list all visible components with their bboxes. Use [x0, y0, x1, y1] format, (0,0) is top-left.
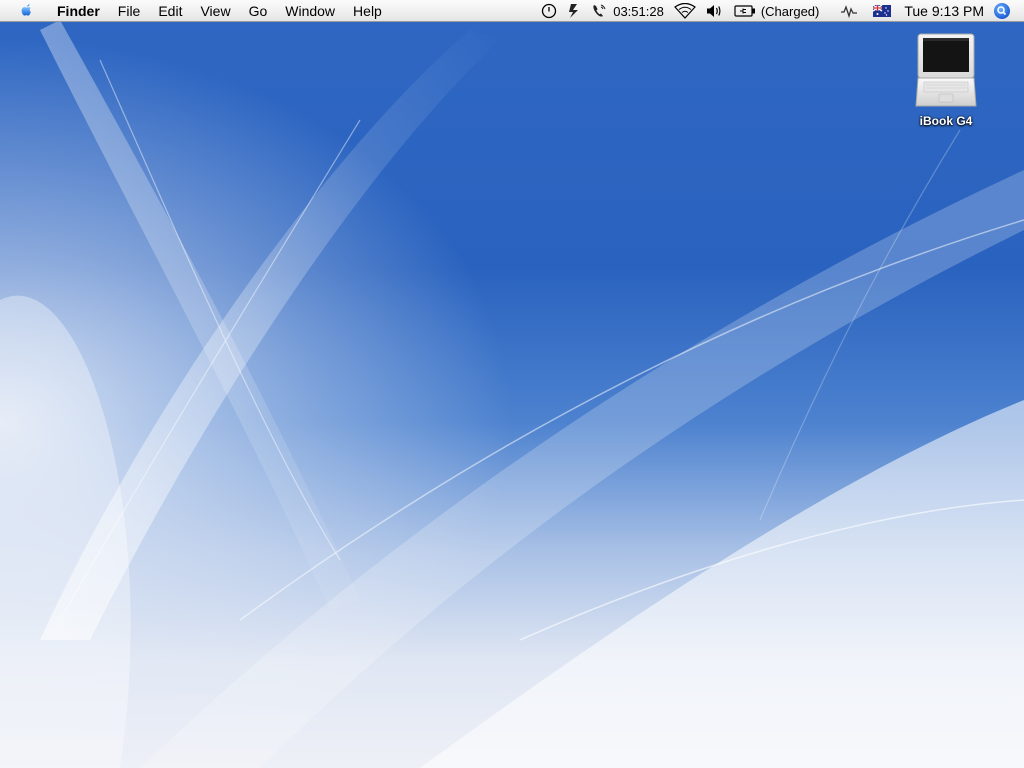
- phone-call-time: 03:51:28: [613, 3, 664, 19]
- phone-icon: [593, 4, 606, 17]
- desktop-icon-label: iBook G4: [919, 114, 973, 128]
- desktop[interactable]: Finder File Edit View Go Window Help 03:…: [0, 0, 1024, 768]
- spotlight-icon[interactable]: [994, 3, 1010, 19]
- menu-app-name[interactable]: Finder: [48, 0, 109, 22]
- apple-logo-icon[interactable]: [20, 3, 34, 19]
- desktop-icon-ibook[interactable]: iBook G4: [906, 30, 986, 128]
- battery-status-text: (Charged): [760, 3, 820, 19]
- menu-extras: 03:51:28 (Charged) Tue 9:13 PM: [536, 0, 1024, 22]
- wifi-icon: [673, 3, 696, 19]
- volume-icon: [706, 5, 721, 17]
- magnifier-glyph-icon: [997, 6, 1007, 16]
- australia-flag-icon: [873, 5, 892, 17]
- battery-icon: [734, 5, 755, 17]
- timer-menu-extra[interactable]: [541, 0, 557, 22]
- wallpaper-aqua-blue: [0, 0, 1024, 768]
- timer-icon: [542, 3, 557, 19]
- activity-menu-extra[interactable]: [840, 0, 858, 22]
- scripts-icon: [569, 4, 579, 18]
- laptop-icon: [915, 33, 977, 107]
- volume-menu-extra[interactable]: [706, 0, 724, 22]
- scripts-menu-extra[interactable]: [567, 0, 581, 22]
- menu-help[interactable]: Help: [344, 0, 391, 22]
- menu-go[interactable]: Go: [240, 0, 277, 22]
- menu-bar-left: Finder File Edit View Go Window Help: [0, 0, 391, 22]
- input-menu-extra[interactable]: [873, 0, 892, 22]
- phone-menu-extra[interactable]: 03:51:28: [591, 0, 664, 22]
- menu-window[interactable]: Window: [276, 0, 344, 22]
- menu-bar: Finder File Edit View Go Window Help 03:…: [0, 0, 1024, 22]
- menu-clock[interactable]: Tue 9:13 PM: [904, 0, 984, 22]
- menu-file[interactable]: File: [109, 0, 150, 22]
- activity-icon: [841, 5, 858, 18]
- wifi-menu-extra[interactable]: [673, 0, 696, 22]
- battery-menu-extra[interactable]: (Charged): [734, 0, 820, 22]
- menu-edit[interactable]: Edit: [149, 0, 191, 22]
- menu-view[interactable]: View: [191, 0, 239, 22]
